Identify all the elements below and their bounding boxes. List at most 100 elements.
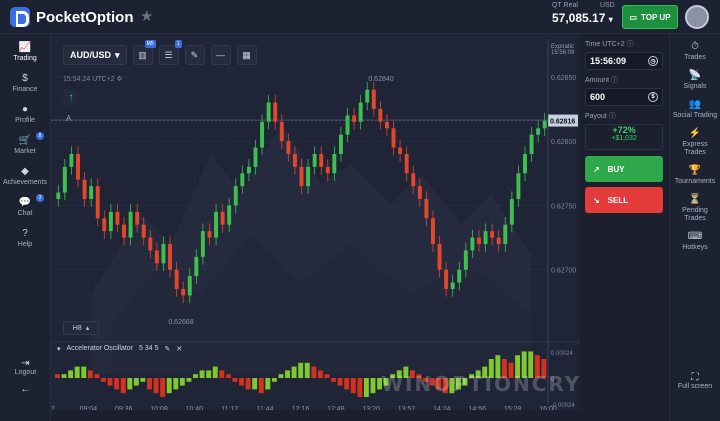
- sidebar-item-help[interactable]: ? Help: [0, 222, 50, 253]
- line-tool-button[interactable]: —: [210, 45, 231, 65]
- sidebar-item-label: Social Trading: [672, 112, 718, 119]
- amount-label: Amount: [585, 77, 610, 84]
- sidebar-item-tournaments[interactable]: 🏆 Tournaments: [670, 161, 720, 190]
- sidebar-item-profile[interactable]: ● Profile: [0, 98, 50, 129]
- candle-body: [82, 179, 87, 199]
- sidebar-item-pending-trades[interactable]: ⏳ Pending Trades: [670, 190, 720, 227]
- payout-amount: +$1,032: [611, 135, 637, 142]
- candle-body: [319, 154, 324, 167]
- candle-body: [417, 186, 422, 199]
- oscillator-bar: [68, 370, 74, 378]
- logout-button[interactable]: ⇥ Logout ←: [0, 358, 51, 395]
- up-arrow-icon[interactable]: ↑: [63, 89, 79, 105]
- candle-body: [227, 205, 232, 225]
- close-icon[interactable]: ✕: [176, 345, 182, 353]
- arrow-up-right-icon: ↗: [593, 164, 600, 174]
- asset-pair-selector[interactable]: AUD/USD ▾: [63, 45, 127, 65]
- oscillator-bar: [186, 378, 192, 382]
- layout-grid-button[interactable]: ▦: [236, 45, 257, 65]
- expiration-time: 15:56:09: [551, 50, 575, 56]
- candle-body: [292, 154, 297, 167]
- info-icon[interactable]: ⓘ: [627, 41, 634, 48]
- sidebar-item-hotkeys[interactable]: ⌨ Hotkeys: [670, 227, 720, 256]
- edit-icon[interactable]: ✎: [165, 345, 171, 353]
- sidebar-item-social-trading[interactable]: 👥 Social Trading: [670, 95, 720, 124]
- oscillator-header: ▾ Accelerator Oscillator 5 34 5 ✎ ✕: [57, 345, 182, 353]
- timeframe-label: H8: [72, 324, 82, 332]
- chevron-down-icon: ▾: [608, 15, 613, 24]
- top-up-button[interactable]: ▭ TOP UP: [622, 5, 678, 29]
- favorite-star-icon[interactable]: ★: [140, 7, 153, 25]
- time-input[interactable]: 15:56:09 ◷: [585, 52, 663, 70]
- drawing-tools-button[interactable]: ✎: [184, 45, 205, 65]
- buy-label: BUY: [607, 164, 625, 174]
- sidebar-item-express-trades[interactable]: ⚡ Express Trades: [670, 124, 720, 161]
- candle-body: [542, 120, 547, 129]
- indicators-button[interactable]: ☰ 1: [158, 40, 182, 65]
- candle-body: [523, 154, 527, 174]
- candle-body: [207, 231, 212, 238]
- candle-body: [378, 109, 383, 122]
- sidebar-item-label: Trading: [13, 54, 37, 62]
- candle-body: [187, 276, 192, 296]
- sidebar-item-achievements[interactable]: ◆ Achievements: [0, 160, 50, 191]
- oscillator-bar: [278, 374, 284, 378]
- sidebar-item-label: Market: [14, 147, 36, 155]
- sidebar-item-signals[interactable]: 📡 Signals: [670, 66, 720, 95]
- timeframe-selector[interactable]: H8 ▴: [63, 321, 99, 335]
- sidebar-item-trades[interactable]: ⏱ Trades: [670, 37, 720, 66]
- oscillator-bar: [357, 378, 363, 397]
- buy-button[interactable]: ↗ BUY: [585, 156, 663, 182]
- candle-body: [115, 211, 120, 225]
- price-chart[interactable]: 0.62850 0.62800 0.62750 0.62700 2 09:04 09:36 1…: [51, 34, 580, 410]
- candle-body: [352, 115, 357, 122]
- candle-body: [266, 102, 271, 122]
- oscillator-bar: [101, 378, 106, 382]
- high-price-label: 0.62840: [368, 76, 393, 83]
- sidebar-item-market[interactable]: 🛒 Market 8: [0, 129, 50, 160]
- oscillator-title: Accelerator Oscillator: [66, 345, 134, 352]
- sidebar-item-label: Pending Trades: [682, 207, 708, 222]
- candle-body: [457, 269, 462, 283]
- asset-pair-label: AUD/USD: [70, 50, 112, 60]
- sell-button[interactable]: ↘ SELL: [585, 187, 663, 213]
- candle-body: [345, 115, 350, 135]
- oscillator-bar: [350, 378, 356, 394]
- sidebar-item-label: Express Trades: [682, 141, 708, 156]
- grid-icon: ▦: [242, 49, 251, 60]
- chat-icon: 💬: [18, 196, 32, 208]
- collapse-arrow-icon[interactable]: ←: [0, 384, 51, 395]
- chart-area[interactable]: 0.62850 0.62800 0.62750 0.62700 2 09:04 09:36 1…: [51, 34, 580, 410]
- full-screen-button[interactable]: ⛶ Full screen: [675, 372, 715, 390]
- sidebar-item-trading[interactable]: 📈 Trading: [0, 36, 50, 67]
- candle-body: [371, 89, 376, 109]
- oscillator-bar: [199, 370, 205, 378]
- amount-input[interactable]: 600 $: [585, 88, 663, 106]
- account-balance: 57,085.17: [552, 11, 606, 25]
- top-up-label: TOP UP: [641, 12, 671, 22]
- expiration-marker: Expiratic 15:56:09: [551, 44, 574, 56]
- oscillator-bar: [212, 366, 218, 378]
- sidebar-item-label: Trades: [684, 54, 706, 61]
- gear-icon[interactable]: ✲: [117, 76, 123, 83]
- candle-body: [108, 211, 113, 232]
- oscillator-bar: [74, 366, 80, 378]
- info-icon[interactable]: ⓘ: [609, 113, 616, 120]
- oscillator-bar: [219, 370, 225, 378]
- candle-body: [463, 250, 468, 270]
- x-tick-label: 13:20: [362, 406, 380, 410]
- sidebar-item-chat[interactable]: 💬 Chat 3: [0, 191, 50, 222]
- logo[interactable]: PocketOption: [10, 7, 134, 27]
- brush-icon: ✎: [190, 49, 199, 60]
- account-selector[interactable]: QT Real USD 57,085.17 ▾: [552, 2, 615, 25]
- x-tick-label: 11:12: [221, 406, 238, 410]
- account-type: QT Real: [552, 2, 578, 9]
- sidebar-item-finance[interactable]: $ Finance: [0, 67, 50, 98]
- avatar[interactable]: [685, 5, 709, 29]
- x-tick-label: 14:24: [433, 406, 451, 410]
- info-icon[interactable]: ⓘ: [611, 77, 618, 84]
- dollar-icon[interactable]: $: [648, 92, 658, 102]
- chart-type-button[interactable]: ▥ M5: [132, 40, 156, 65]
- clock-icon[interactable]: ◷: [648, 56, 658, 66]
- collapse-icon[interactable]: ▾: [57, 345, 61, 353]
